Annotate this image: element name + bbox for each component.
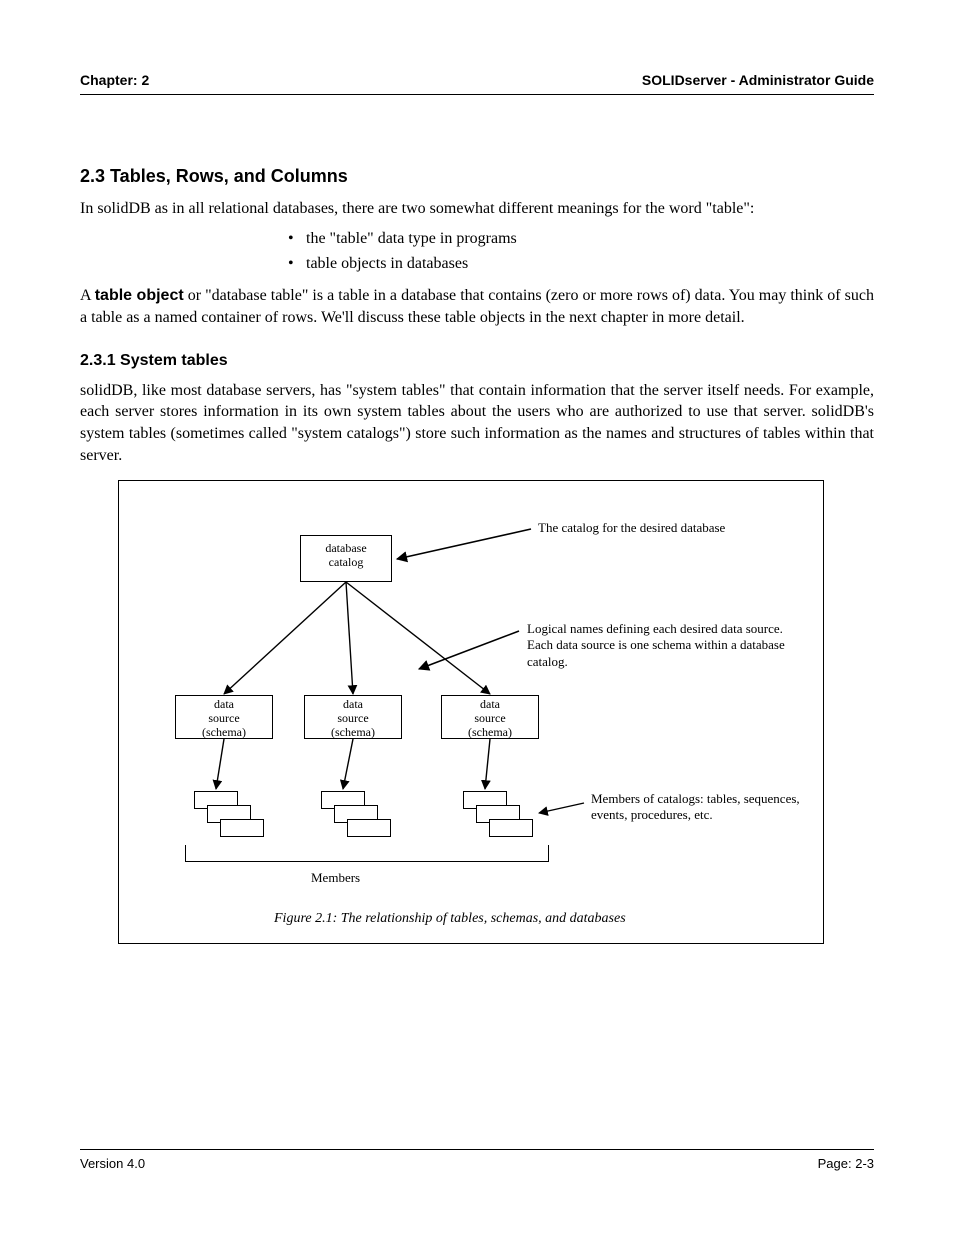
label-catalog: The catalog for the desired database [538,519,725,537]
ds3-l2: source [442,712,538,726]
page: Chapter: 2 SOLIDserver - Administrator G… [0,0,954,1235]
members-bracket [185,845,549,862]
member-box [220,819,264,837]
schema-box-3: data source (schema) [441,695,539,739]
footer-row: Version 4.0 Page: 2-3 [80,1156,874,1171]
figure: database catalog data source (schema) da… [118,480,824,944]
label-datasource: Logical names defining each desired data… [527,621,797,670]
paragraph-3: solidDB, like most database servers, has… [80,380,874,466]
footer-right: Page: 2-3 [818,1156,874,1171]
catalog-box: database catalog [300,535,392,582]
page-header: Chapter: 2 SOLIDserver - Administrator G… [80,72,874,103]
body: 2.3 Tables, Rows, and Columns In solidDB… [80,140,874,944]
header-rule [80,94,874,95]
paragraph-2: A table object or "database table" is a … [80,285,874,328]
p2-term: table object [95,287,184,304]
p2-a: A [80,287,95,304]
ds2-l3: (schema) [305,726,401,740]
ds3-l3: (schema) [442,726,538,740]
bullet-list: the "table" data type in programs table … [80,228,874,275]
label-members: Members of catalogs: tables, sequences, … [591,791,811,824]
ds2-l2: source [305,712,401,726]
ds2-l1: data [305,698,401,712]
ds3-l1: data [442,698,538,712]
members-bracket-label: Members [311,869,360,887]
member-box [489,819,533,837]
member-box [347,819,391,837]
header-left: Chapter: 2 [80,72,149,88]
schema-box-2: data source (schema) [304,695,402,739]
figure-caption: Figure 2.1: The relationship of tables, … [274,910,626,929]
header-row: Chapter: 2 SOLIDserver - Administrator G… [80,72,874,88]
p2-b: or "database table" is a table in a data… [80,287,874,326]
page-footer: Version 4.0 Page: 2-3 [80,1141,874,1171]
ds1-l1: data [176,698,272,712]
subsection-title: 2.3.1 System tables [80,350,874,372]
section-title: 2.3 Tables, Rows, and Columns [80,164,874,188]
bullet-item-1: the "table" data type in programs [80,228,874,250]
paragraph-1: In solidDB as in all relational database… [80,198,874,220]
ds1-l3: (schema) [176,726,272,740]
header-right: SOLIDserver - Administrator Guide [642,72,874,88]
catalog-box-l1: database [301,542,391,556]
catalog-box-l2: catalog [301,556,391,570]
ds1-l2: source [176,712,272,726]
footer-rule [80,1149,874,1150]
schema-box-1: data source (schema) [175,695,273,739]
footer-left: Version 4.0 [80,1156,145,1171]
bullet-item-2: table objects in databases [80,253,874,275]
